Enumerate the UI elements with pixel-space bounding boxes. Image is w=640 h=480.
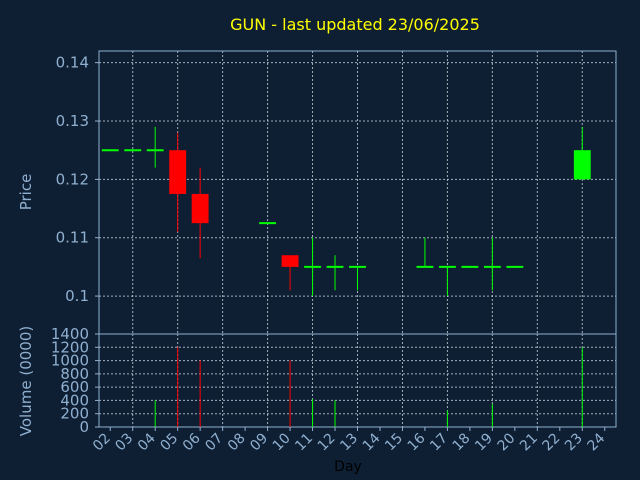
candle-body	[191, 193, 209, 224]
price-tick-label: 0.14	[56, 54, 89, 72]
volume-axis-label: Volume (0000)	[17, 326, 35, 436]
price-tick-label: 0.13	[56, 112, 89, 130]
candle-body	[169, 150, 187, 194]
chart-background	[0, 0, 640, 480]
candle-body	[281, 255, 299, 267]
candle-body	[573, 150, 591, 180]
price-tick-label: 0.11	[56, 229, 89, 247]
price-tick-label: 0.1	[65, 287, 89, 305]
stock-chart: GUN - last updated 23/06/2025 0.14 0.13 0.…	[0, 0, 640, 480]
price-tick-label: 0.12	[56, 170, 89, 188]
price-axis-label: Price	[17, 174, 35, 211]
chart-title: GUN - last updated 23/06/2025	[230, 15, 480, 34]
volume-tick-label: 0	[79, 418, 89, 436]
x-axis-label: Day	[334, 459, 362, 475]
